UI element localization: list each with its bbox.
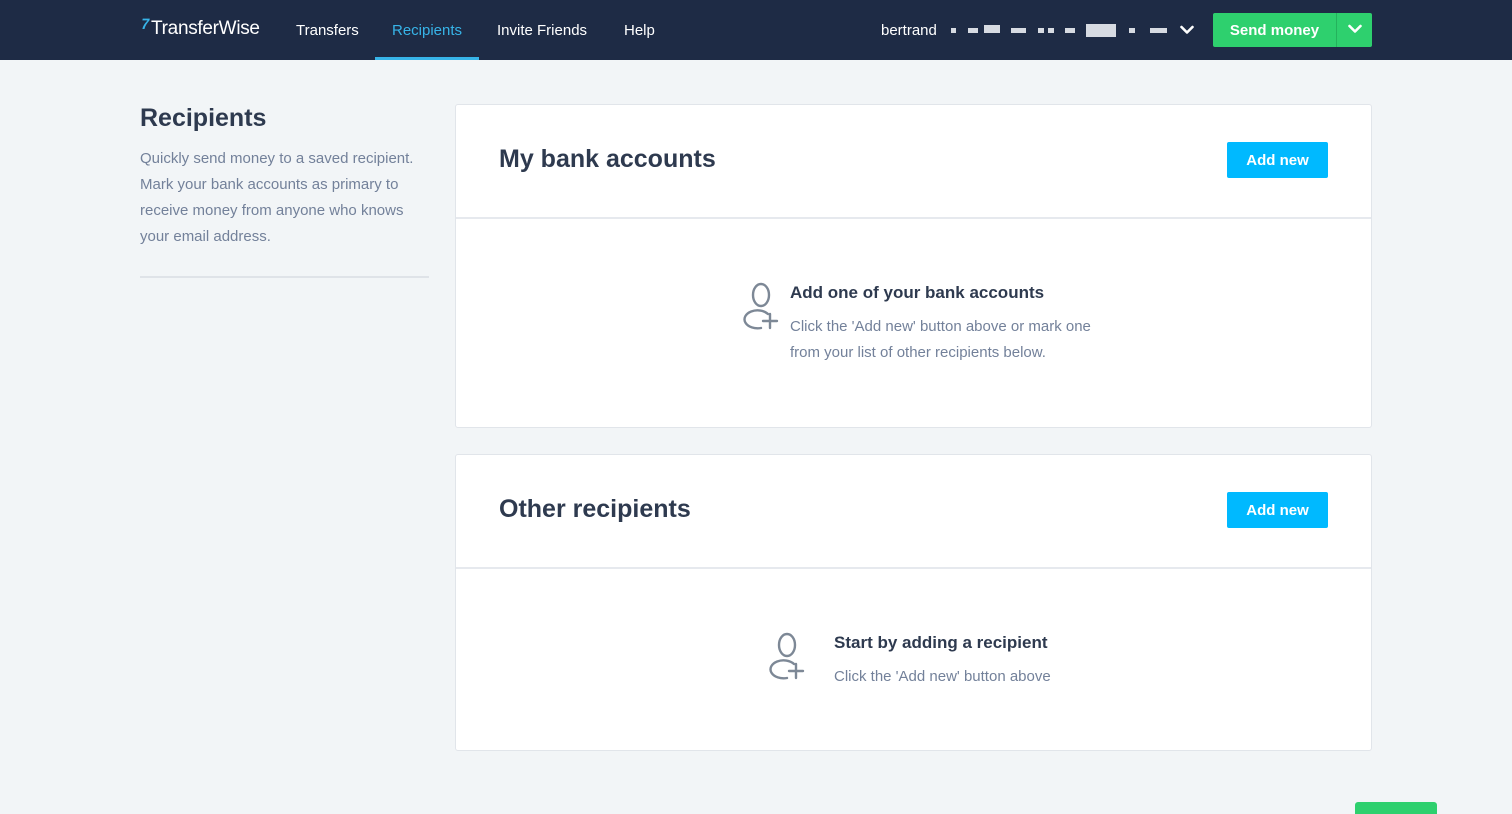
nav-recipients[interactable]: Recipients — [374, 0, 480, 60]
bank-accounts-title: My bank accounts — [499, 145, 716, 173]
floating-action-button[interactable] — [1355, 802, 1437, 814]
chevron-down-icon — [1347, 21, 1362, 39]
other-recipients-title: Other recipients — [499, 495, 691, 523]
other-recipients-empty-copy: Start by adding a recipient Click the 'A… — [834, 632, 1051, 690]
bank-accounts-empty-text: Click the 'Add new' button above or mark… — [790, 318, 1091, 361]
bank-accounts-header: My bank accounts Add new — [456, 105, 1371, 219]
add-bank-account-button[interactable]: Add new — [1227, 142, 1328, 178]
intro-divider — [140, 276, 429, 278]
send-money-button-group: Send money — [1213, 13, 1372, 47]
add-recipient-button[interactable]: Add new — [1227, 492, 1328, 528]
bank-accounts-empty-state: Add one of your bank accounts Click the … — [741, 282, 1100, 366]
other-recipients-empty-title: Start by adding a recipient — [834, 633, 1048, 652]
page-title: Recipients — [140, 104, 267, 132]
send-money-button[interactable]: Send money — [1213, 13, 1336, 47]
other-recipients-empty-state: Start by adding a recipient Click the 'A… — [767, 632, 1051, 690]
other-recipients-card: Other recipients Add new Start by adding… — [455, 454, 1372, 751]
bank-accounts-empty-title: Add one of your bank accounts — [790, 283, 1045, 302]
top-navigation: 7 TransferWise Transfers Recipients Invi… — [0, 0, 1512, 60]
bank-accounts-card: My bank accounts Add new Add one of your… — [455, 104, 1372, 428]
user-name[interactable]: bertrand — [881, 0, 937, 60]
bank-accounts-empty-copy: Add one of your bank accounts Click the … — [790, 282, 1100, 366]
logo-mark: 7 — [139, 15, 151, 33]
redacted-user-info — [951, 21, 1171, 39]
page-description: Quickly send money to a saved recipient.… — [140, 150, 414, 245]
transferwise-logo[interactable]: 7 TransferWise — [139, 14, 261, 44]
add-user-icon — [767, 632, 807, 680]
nav-transfers[interactable]: Transfers — [296, 0, 359, 60]
logo-text: TransferWise — [151, 18, 260, 39]
nav-help[interactable]: Help — [624, 0, 655, 60]
other-recipients-header: Other recipients Add new — [456, 455, 1371, 569]
other-recipients-empty-text: Click the 'Add new' button above — [834, 668, 1051, 685]
nav-invite-friends[interactable]: Invite Friends — [497, 0, 587, 60]
send-money-dropdown-toggle[interactable] — [1336, 13, 1372, 47]
user-menu-chevron-icon[interactable] — [1178, 20, 1196, 40]
add-user-icon — [741, 282, 781, 330]
